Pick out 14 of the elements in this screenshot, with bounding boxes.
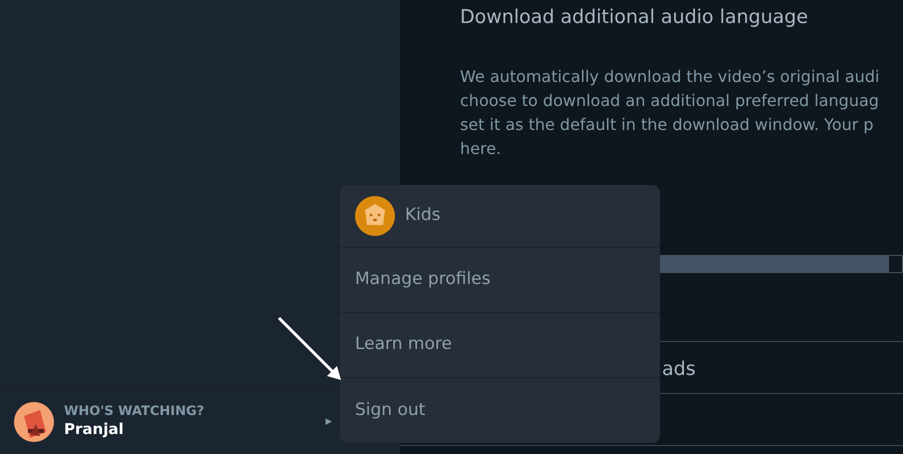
- setting-label: ads: [662, 357, 696, 382]
- menu-item[interactable]: Sign out: [340, 378, 660, 443]
- description-text: We automatically download the video’s original audi choose to download an additional preferred languag set it as the default in the download window. Your p here.: [460, 66, 880, 160]
- pointer-arrow: [278, 316, 341, 380]
- menu-item[interactable]: Manage profiles: [340, 248, 660, 313]
- bar-end: [888, 255, 903, 273]
- avatar-icon: [355, 196, 395, 236]
- caret-icon[interactable]: ▸: [325, 412, 332, 432]
- profile-caption: WHO'S WATCHING?: [64, 404, 204, 420]
- avatar-icon[interactable]: [14, 402, 54, 442]
- menu-item[interactable]: Learn more: [340, 313, 660, 378]
- profile-item[interactable]: Kids: [340, 185, 660, 248]
- profile-name: Pranjal: [64, 420, 125, 439]
- section-title: Download additional audio language: [460, 5, 808, 30]
